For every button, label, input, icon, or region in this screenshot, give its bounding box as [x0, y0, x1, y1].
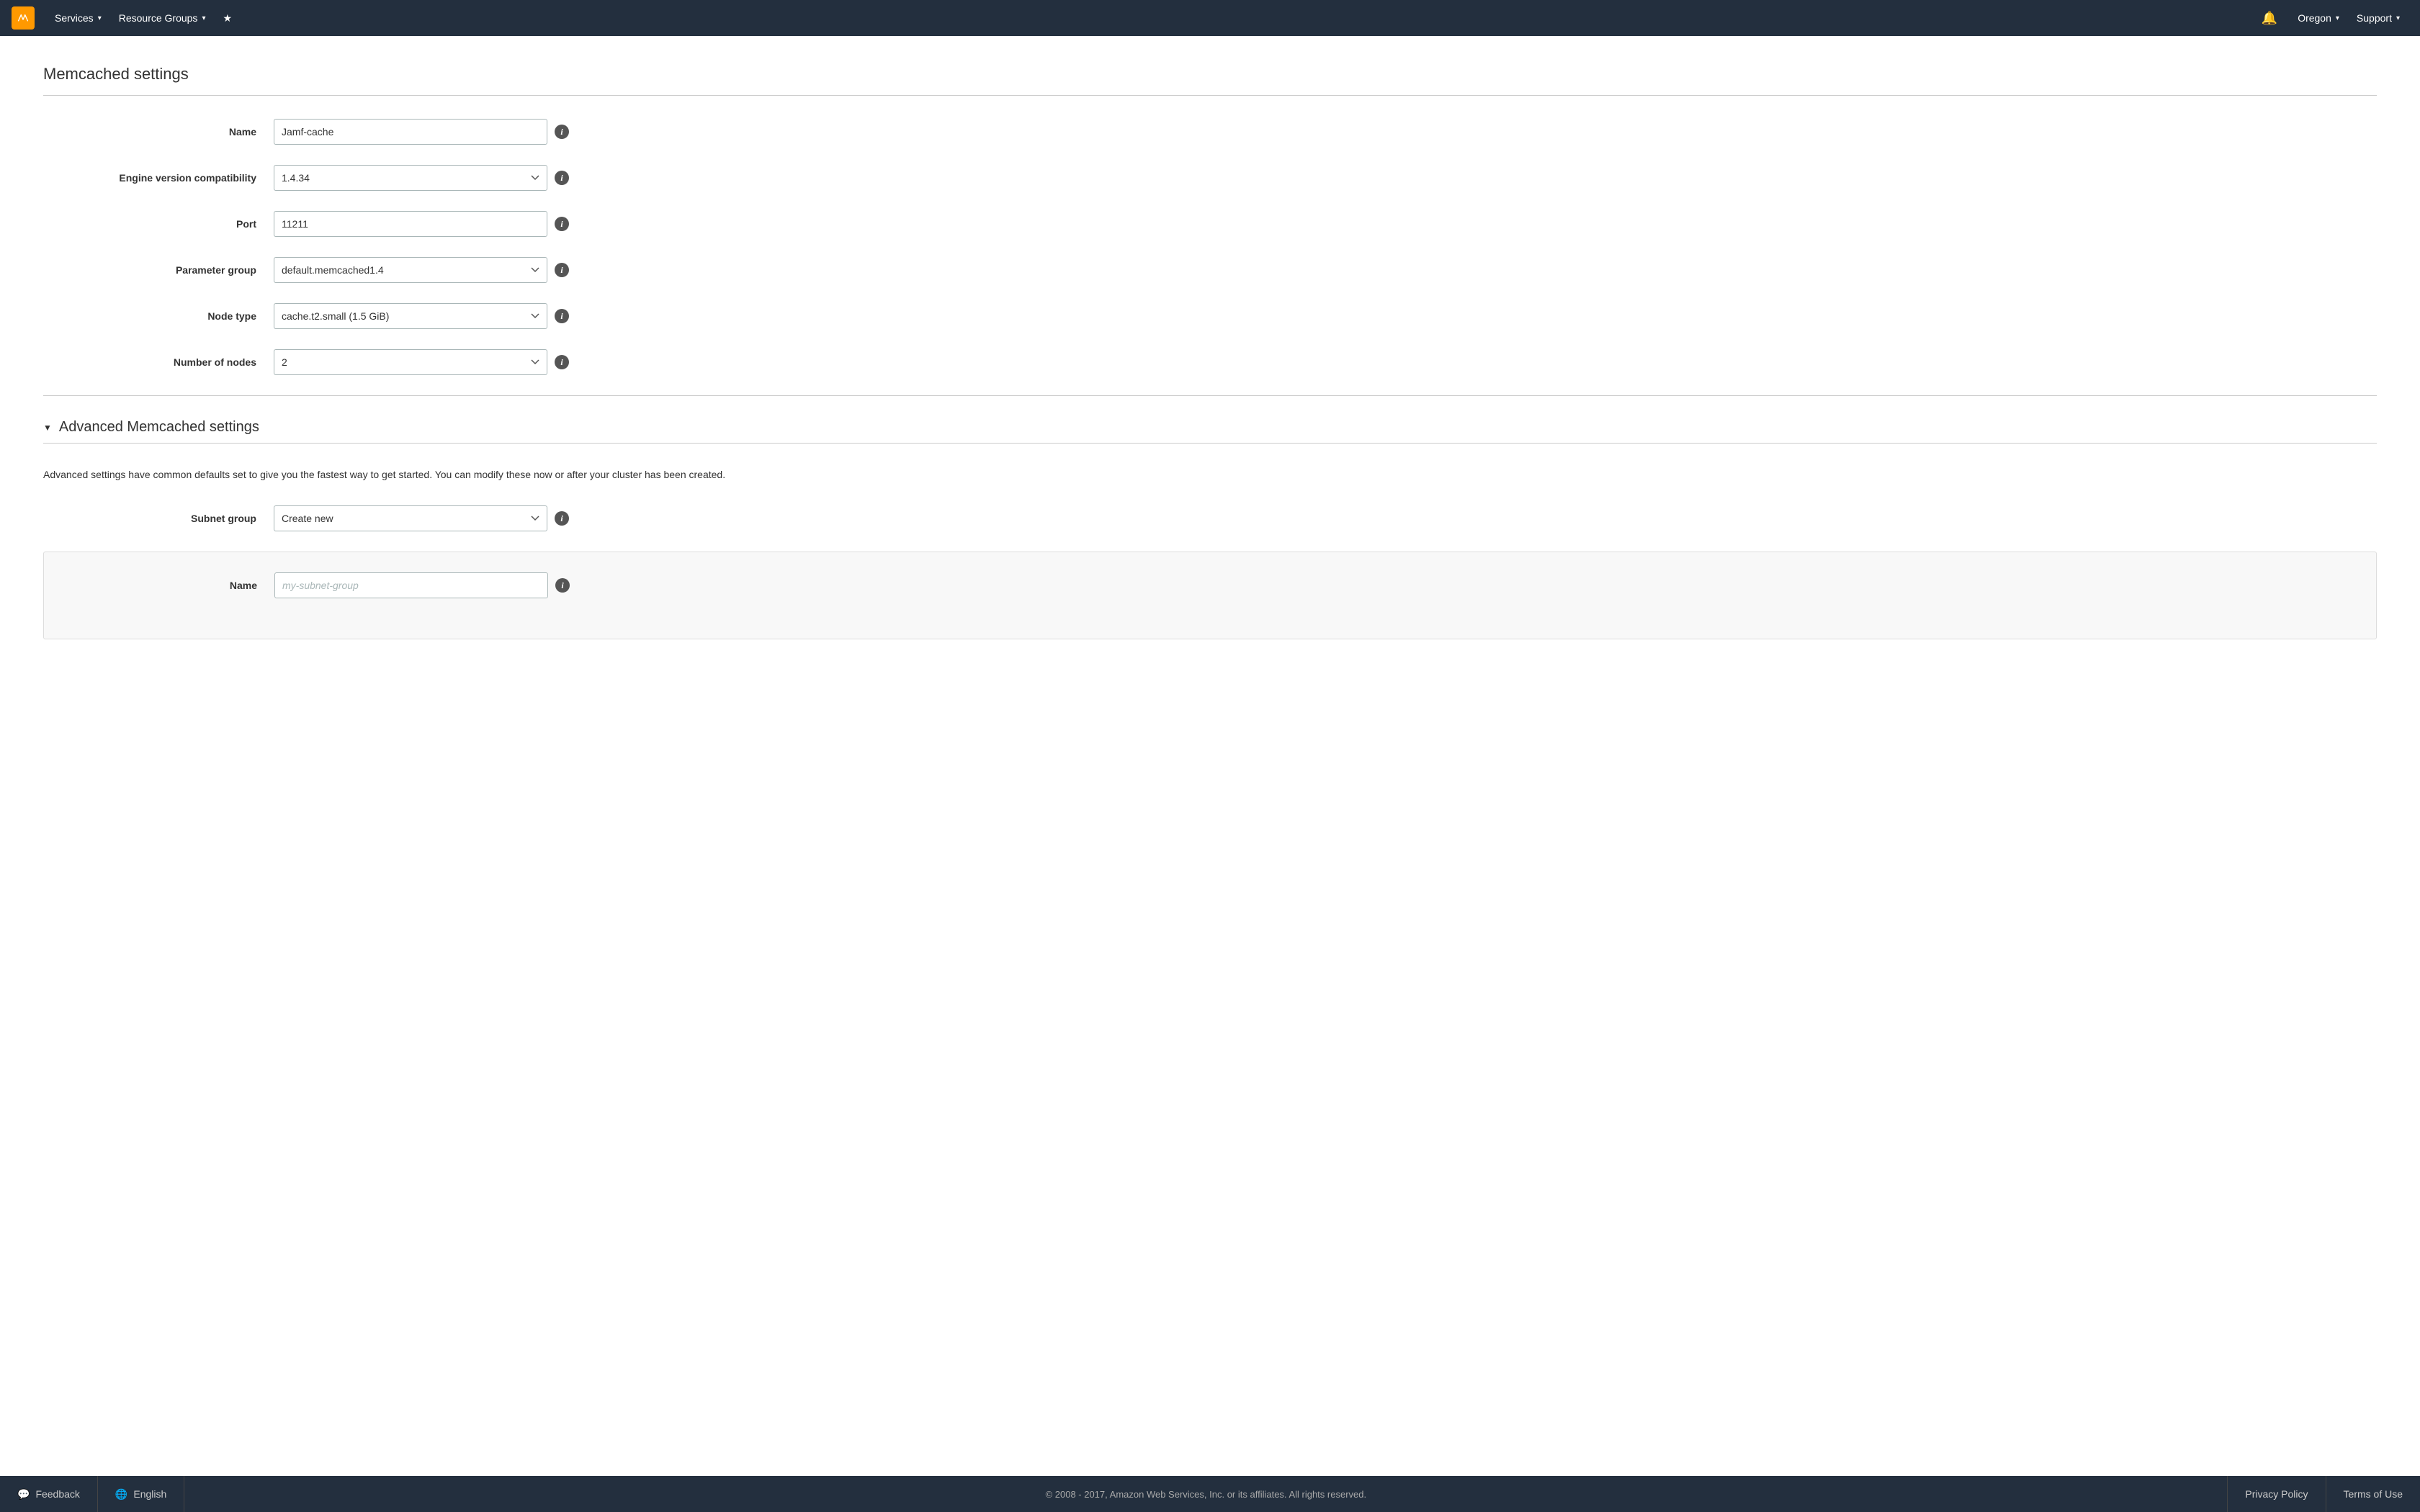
footer-right: Privacy Policy Terms of Use: [2227, 1476, 2420, 1512]
num-nodes-control-wrap: 2 i: [274, 349, 569, 375]
aws-logo[interactable]: [12, 6, 35, 30]
node-type-info-icon[interactable]: i: [555, 309, 569, 323]
num-nodes-select[interactable]: 2: [274, 349, 547, 375]
feedback-button[interactable]: 💬 Feedback: [0, 1476, 98, 1512]
subnet-select[interactable]: Create new: [274, 505, 547, 531]
port-label: Port: [43, 218, 274, 230]
support-caret: ▾: [2396, 14, 2400, 22]
subnet-name-label: Name: [44, 580, 274, 591]
port-row: Port i: [43, 211, 2377, 237]
param-control-wrap: default.memcached1.4 i: [274, 257, 569, 283]
node-type-control-wrap: cache.t2.small (1.5 GiB) i: [274, 303, 569, 329]
globe-icon: 🌐: [115, 1488, 127, 1500]
name-info-icon[interactable]: i: [555, 125, 569, 139]
subnet-name-section: Name i: [43, 552, 2377, 639]
subnet-info-icon[interactable]: i: [555, 511, 569, 526]
footer-left: 💬 Feedback 🌐 English: [0, 1476, 184, 1512]
subnet-label: Subnet group: [43, 513, 274, 524]
advanced-description: Advanced settings have common defaults s…: [43, 467, 2377, 482]
support-label: Support: [2357, 12, 2392, 24]
name-row: Name i: [43, 119, 2377, 145]
port-control-wrap: i: [274, 211, 569, 237]
title-divider: [43, 95, 2377, 96]
language-label: English: [133, 1488, 166, 1500]
resource-groups-menu[interactable]: Resource Groups ▾: [110, 0, 215, 36]
param-info-icon[interactable]: i: [555, 263, 569, 277]
subnet-name-row: Name i: [44, 572, 2376, 598]
region-caret: ▾: [2336, 14, 2339, 22]
navbar: Services ▾ Resource Groups ▾ ★ 🔔 Oregon …: [0, 0, 2420, 36]
num-nodes-info-icon[interactable]: i: [555, 355, 569, 369]
services-menu[interactable]: Services ▾: [46, 0, 110, 36]
name-control-wrap: i: [274, 119, 569, 145]
privacy-policy-link[interactable]: Privacy Policy: [2227, 1476, 2325, 1512]
support-menu[interactable]: Support ▾: [2348, 0, 2408, 36]
notifications-button[interactable]: 🔔: [2250, 0, 2289, 36]
node-type-row: Node type cache.t2.small (1.5 GiB) i: [43, 303, 2377, 329]
port-info-icon[interactable]: i: [555, 217, 569, 231]
resource-groups-caret: ▾: [202, 14, 205, 22]
privacy-label: Privacy Policy: [2245, 1488, 2308, 1500]
navbar-right: Oregon ▾ Support ▾: [2289, 0, 2408, 36]
language-button[interactable]: 🌐 English: [98, 1476, 184, 1512]
advanced-divider2: [43, 443, 2377, 444]
param-row: Parameter group default.memcached1.4 i: [43, 257, 2377, 283]
favorites-button[interactable]: ★: [214, 0, 241, 36]
num-nodes-row: Number of nodes 2 i: [43, 349, 2377, 375]
engine-label: Engine version compatibility: [43, 172, 274, 184]
advanced-header: ▼ Advanced Memcached settings: [43, 419, 2377, 436]
node-type-select[interactable]: cache.t2.small (1.5 GiB): [274, 303, 547, 329]
advanced-divider: [43, 395, 2377, 396]
chat-icon: 💬: [17, 1488, 30, 1500]
subnet-name-info-icon[interactable]: i: [555, 578, 570, 593]
node-type-label: Node type: [43, 310, 274, 322]
services-caret: ▾: [98, 14, 102, 22]
name-input[interactable]: [274, 119, 547, 145]
star-icon: ★: [223, 12, 232, 24]
page-title: Memcached settings: [43, 65, 2377, 84]
port-input[interactable]: [274, 211, 547, 237]
subnet-name-input[interactable]: [274, 572, 548, 598]
subnet-name-control-wrap: i: [274, 572, 570, 598]
region-menu[interactable]: Oregon ▾: [2289, 0, 2348, 36]
footer-copyright: © 2008 - 2017, Amazon Web Services, Inc.…: [184, 1489, 2227, 1500]
advanced-section: ▼ Advanced Memcached settings Advanced s…: [43, 395, 2377, 639]
engine-info-icon[interactable]: i: [555, 171, 569, 185]
engine-control-wrap: 1.4.34 i: [274, 165, 569, 191]
param-label: Parameter group: [43, 264, 274, 276]
bell-icon: 🔔: [2262, 11, 2277, 26]
num-nodes-label: Number of nodes: [43, 356, 274, 368]
feedback-label: Feedback: [35, 1488, 79, 1500]
services-label: Services: [55, 12, 94, 24]
name-label: Name: [43, 126, 274, 138]
param-select[interactable]: default.memcached1.4: [274, 257, 547, 283]
terms-label: Terms of Use: [2344, 1488, 2403, 1500]
main-content: Memcached settings Name i Engine version…: [0, 36, 2420, 1476]
subnet-control-wrap: Create new i: [274, 505, 569, 531]
region-label: Oregon: [2298, 12, 2331, 24]
footer: 💬 Feedback 🌐 English © 2008 - 2017, Amaz…: [0, 1476, 2420, 1512]
advanced-collapse-icon[interactable]: ▼: [43, 423, 52, 433]
engine-select[interactable]: 1.4.34: [274, 165, 547, 191]
terms-of-use-link[interactable]: Terms of Use: [2326, 1476, 2420, 1512]
subnet-row: Subnet group Create new i: [43, 505, 2377, 531]
resource-groups-label: Resource Groups: [119, 12, 198, 24]
engine-row: Engine version compatibility 1.4.34 i: [43, 165, 2377, 191]
advanced-title: Advanced Memcached settings: [59, 419, 259, 436]
